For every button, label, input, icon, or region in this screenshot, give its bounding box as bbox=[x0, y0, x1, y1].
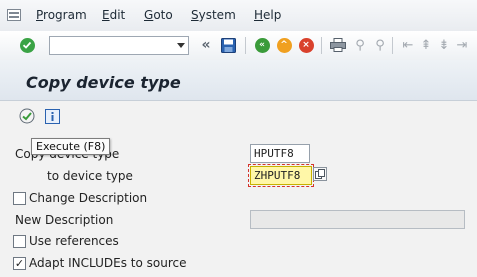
menu-goto[interactable]: Goto bbox=[144, 8, 173, 22]
page-title: Copy device type bbox=[26, 73, 181, 92]
chevron-down-icon[interactable] bbox=[177, 43, 185, 48]
use-references-label: Use references bbox=[29, 234, 119, 248]
adapt-includes-label: Adapt INCLUDEs to source bbox=[29, 256, 187, 270]
first-page-icon[interactable]: ⇤ bbox=[400, 37, 416, 53]
command-field[interactable] bbox=[49, 36, 189, 55]
toolbar-separator bbox=[321, 37, 322, 54]
save-icon bbox=[220, 37, 236, 53]
copy-icon bbox=[315, 169, 325, 179]
menu-help[interactable]: Help bbox=[254, 8, 281, 22]
menu-system[interactable]: System bbox=[191, 8, 236, 22]
print-button[interactable] bbox=[330, 37, 346, 53]
collapse-icon[interactable]: « bbox=[198, 37, 214, 53]
cancel-button[interactable]: × bbox=[298, 37, 314, 53]
execute-button[interactable] bbox=[19, 108, 35, 124]
enter-button[interactable] bbox=[19, 37, 35, 53]
last-page-icon[interactable]: ⇥ bbox=[454, 37, 470, 53]
application-toolbar bbox=[0, 101, 477, 131]
previous-page-icon[interactable]: ⇞ bbox=[418, 37, 434, 53]
next-page-icon[interactable]: ⇟ bbox=[436, 37, 452, 53]
change-description-label: Change Description bbox=[29, 191, 148, 205]
command-input[interactable] bbox=[50, 37, 173, 53]
back-button[interactable]: « bbox=[254, 37, 270, 53]
check-icon bbox=[19, 37, 35, 53]
to-device-type-label: to device type bbox=[47, 169, 133, 183]
toolbar-separator bbox=[245, 37, 246, 54]
find-next-icon[interactable]: ⚲ bbox=[372, 37, 388, 53]
exit-button[interactable]: ^ bbox=[276, 37, 292, 53]
to-device-type-input[interactable]: ZHPUTF8 bbox=[250, 166, 312, 185]
execute-tooltip: Execute (F8) bbox=[31, 138, 111, 155]
printer-icon bbox=[330, 38, 346, 52]
back-icon: « bbox=[254, 37, 270, 53]
menu-edit[interactable]: Edit bbox=[102, 8, 125, 22]
use-references-checkbox[interactable] bbox=[13, 235, 26, 248]
standard-toolbar: « « ^ × ⚲ ⚲ ⇤ ⇞ ⇟ ⇥ bbox=[0, 31, 477, 61]
title-band: Copy device type bbox=[0, 60, 477, 101]
copy-device-type-input[interactable]: HPUTF8 bbox=[250, 144, 310, 163]
save-button[interactable] bbox=[220, 37, 236, 53]
info-button[interactable] bbox=[44, 108, 60, 124]
new-description-label: New Description bbox=[15, 213, 114, 227]
exit-icon: ^ bbox=[276, 37, 292, 53]
change-description-checkbox[interactable] bbox=[13, 192, 26, 205]
find-icon[interactable]: ⚲ bbox=[352, 37, 368, 53]
value-help-button[interactable] bbox=[313, 167, 327, 181]
cancel-icon: × bbox=[298, 37, 314, 53]
menu-program[interactable]: Program bbox=[36, 8, 87, 22]
toolbar-separator bbox=[392, 37, 393, 54]
new-description-input bbox=[250, 210, 465, 229]
system-menu-icon[interactable] bbox=[7, 9, 21, 21]
adapt-includes-checkbox[interactable]: ✓ bbox=[13, 257, 26, 270]
execute-icon bbox=[19, 108, 35, 124]
menu-bar: Program Edit Goto System Help bbox=[0, 0, 477, 32]
info-icon bbox=[44, 108, 60, 124]
